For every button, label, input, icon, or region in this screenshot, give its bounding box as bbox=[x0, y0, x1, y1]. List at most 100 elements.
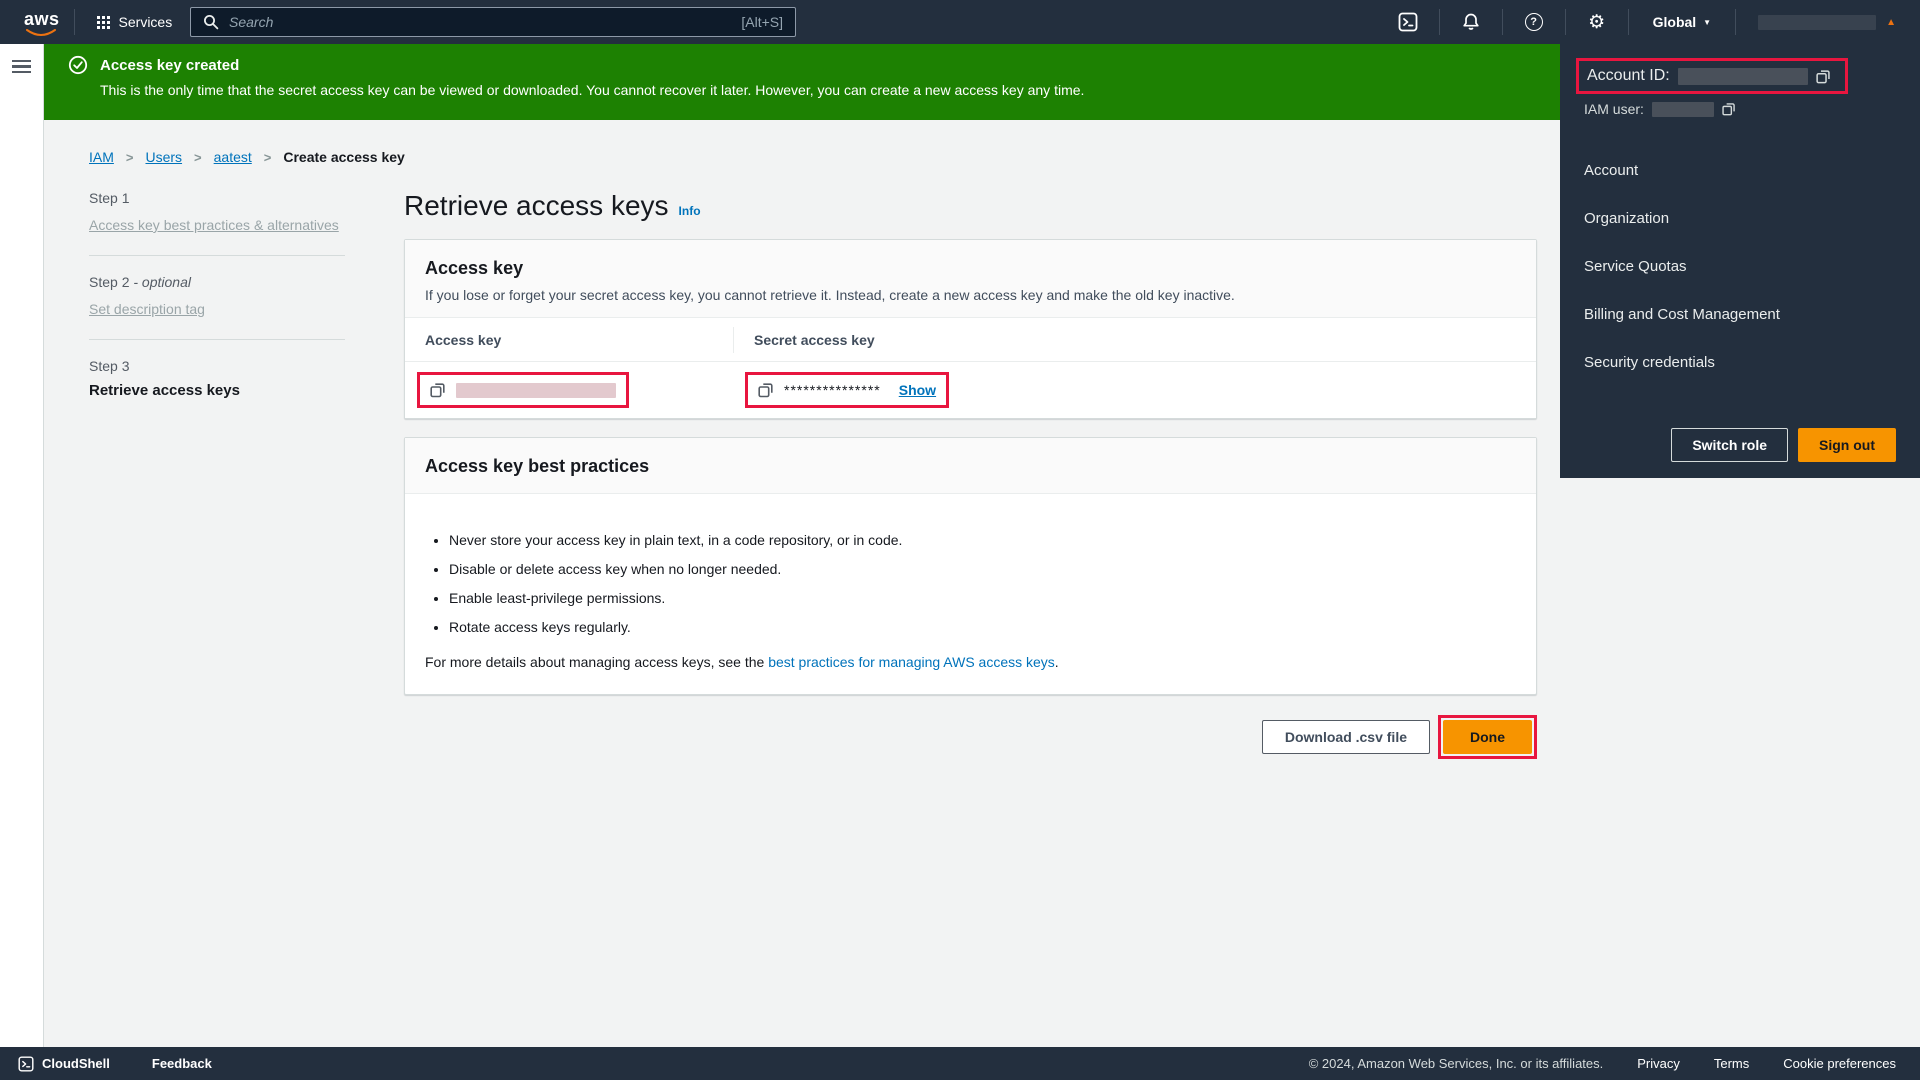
account-id-redacted bbox=[1678, 68, 1808, 85]
step2-link[interactable]: Set description tag bbox=[89, 298, 345, 320]
best-practice-item: Never store your access key in plain tex… bbox=[449, 532, 1516, 548]
show-secret-link[interactable]: Show bbox=[899, 382, 936, 398]
page-title: Retrieve access keys bbox=[404, 190, 669, 222]
step3-label: Step 3 bbox=[89, 358, 345, 374]
best-practice-item: Disable or delete access key when no lon… bbox=[449, 561, 1516, 577]
breadcrumb-current: Create access key bbox=[283, 149, 404, 165]
collapsed-side-nav bbox=[0, 44, 44, 1047]
secret-key-masked-value: *************** bbox=[784, 385, 881, 395]
best-practices-link[interactable]: best practices for managing AWS access k… bbox=[768, 654, 1055, 670]
footer-cloudshell-button[interactable]: CloudShell bbox=[18, 1056, 110, 1072]
menu-item-billing[interactable]: Billing and Cost Management bbox=[1584, 295, 1896, 334]
secret-key-column-header: Secret access key bbox=[733, 327, 1536, 353]
chevron-up-icon: ▲ bbox=[1886, 17, 1896, 28]
copy-icon[interactable] bbox=[1722, 102, 1736, 116]
success-check-icon bbox=[68, 55, 88, 75]
aws-logo-text: aws bbox=[24, 9, 60, 29]
key-table-row: *************** Show bbox=[405, 362, 1536, 418]
aws-logo[interactable]: aws bbox=[24, 9, 60, 36]
iam-user-redacted bbox=[1652, 102, 1714, 117]
footer-copyright: © 2024, Amazon Web Services, Inc. or its… bbox=[1309, 1056, 1604, 1071]
menu-item-service-quotas[interactable]: Service Quotas bbox=[1584, 247, 1896, 286]
services-grid-icon bbox=[97, 16, 110, 29]
services-label: Services bbox=[119, 14, 173, 30]
step-divider bbox=[89, 255, 345, 256]
step-divider bbox=[89, 339, 345, 340]
search-placeholder: Search bbox=[229, 14, 741, 30]
nav-divider bbox=[1628, 9, 1629, 35]
account-id-annotation-box: Account ID: bbox=[1576, 58, 1848, 94]
aws-smile-icon bbox=[25, 29, 57, 38]
account-name-redacted bbox=[1758, 15, 1876, 30]
step2-label: Step 2 - optional bbox=[89, 274, 345, 290]
account-dropdown-panel: Account ID: IAM user: Account Organizati… bbox=[1560, 44, 1920, 478]
nav-divider bbox=[1502, 9, 1503, 35]
iam-user-label: IAM user: bbox=[1584, 101, 1644, 117]
nav-divider bbox=[1565, 9, 1566, 35]
best-practices-title: Access key best practices bbox=[425, 456, 1516, 477]
cloudshell-icon bbox=[18, 1056, 34, 1072]
switch-role-button[interactable]: Switch role bbox=[1671, 428, 1788, 462]
breadcrumb-aatest[interactable]: aatest bbox=[214, 149, 252, 165]
step1-label: Step 1 bbox=[89, 190, 345, 206]
wizard-steps-nav: Step 1 Access key best practices & alter… bbox=[89, 190, 345, 759]
access-key-annotation-box bbox=[417, 372, 629, 408]
info-link[interactable]: Info bbox=[679, 204, 701, 218]
footer-feedback-link[interactable]: Feedback bbox=[152, 1056, 212, 1071]
nav-divider bbox=[1439, 9, 1440, 35]
search-icon bbox=[203, 14, 219, 30]
iam-user-row: IAM user: bbox=[1584, 101, 1896, 117]
access-key-card: Access key If you lose or forget your se… bbox=[404, 239, 1537, 419]
breadcrumb-iam[interactable]: IAM bbox=[89, 149, 114, 165]
notifications-bell-icon[interactable] bbox=[1454, 5, 1488, 39]
copy-icon[interactable] bbox=[1816, 69, 1831, 84]
help-icon[interactable]: ? bbox=[1517, 5, 1551, 39]
done-annotation-box: Done bbox=[1438, 715, 1537, 759]
top-navbar: aws Services Search [Alt+S] bbox=[0, 0, 1920, 44]
done-button[interactable]: Done bbox=[1443, 720, 1532, 754]
step1-link[interactable]: Access key best practices & alternatives bbox=[89, 214, 345, 236]
access-key-id-redacted bbox=[456, 383, 616, 398]
chevron-down-icon: ▼ bbox=[1703, 18, 1711, 27]
breadcrumb-separator: > bbox=[126, 150, 134, 165]
settings-gear-icon[interactable]: ⚙ bbox=[1580, 5, 1614, 39]
footer-terms-link[interactable]: Terms bbox=[1714, 1056, 1749, 1071]
key-table-header: Access key Secret access key bbox=[405, 318, 1536, 362]
search-shortcut: [Alt+S] bbox=[741, 14, 783, 30]
hamburger-menu-icon[interactable] bbox=[12, 60, 31, 73]
account-id-label: Account ID: bbox=[1587, 67, 1670, 85]
access-key-column-header: Access key bbox=[405, 332, 733, 348]
account-menu-list: Account Organization Service Quotas Bill… bbox=[1584, 151, 1896, 382]
search-input[interactable]: Search [Alt+S] bbox=[190, 7, 796, 37]
breadcrumb-users[interactable]: Users bbox=[145, 149, 182, 165]
account-menu-button[interactable]: ▲ bbox=[1750, 15, 1904, 30]
download-csv-button[interactable]: Download .csv file bbox=[1262, 720, 1430, 754]
nav-divider bbox=[1735, 9, 1736, 35]
copy-icon[interactable] bbox=[430, 382, 446, 398]
sign-out-button[interactable]: Sign out bbox=[1798, 428, 1896, 462]
nav-divider bbox=[74, 9, 75, 35]
footer-cloudshell-label: CloudShell bbox=[42, 1056, 110, 1071]
cloudshell-icon[interactable] bbox=[1391, 5, 1425, 39]
breadcrumb-separator: > bbox=[264, 150, 272, 165]
region-selector[interactable]: Global ▼ bbox=[1643, 14, 1721, 30]
best-practice-item: Enable least-privilege permissions. bbox=[449, 590, 1516, 606]
best-practices-card: Access key best practices Never store yo… bbox=[404, 437, 1537, 695]
access-key-card-title: Access key bbox=[425, 258, 1516, 279]
menu-item-account[interactable]: Account bbox=[1584, 151, 1896, 190]
footer-cookie-preferences-link[interactable]: Cookie preferences bbox=[1783, 1056, 1896, 1071]
breadcrumb-separator: > bbox=[194, 150, 202, 165]
copy-icon[interactable] bbox=[758, 382, 774, 398]
best-practice-item: Rotate access keys regularly. bbox=[449, 619, 1516, 635]
menu-item-security-credentials[interactable]: Security credentials bbox=[1584, 343, 1896, 382]
best-practices-list: Never store your access key in plain tex… bbox=[425, 532, 1516, 635]
region-label: Global bbox=[1653, 14, 1697, 30]
step2-optional-suffix: - optional bbox=[133, 274, 191, 290]
best-practices-footer: For more details about managing access k… bbox=[425, 654, 1516, 670]
access-key-card-description: If you lose or forget your secret access… bbox=[425, 287, 1516, 303]
menu-item-organization[interactable]: Organization bbox=[1584, 199, 1896, 238]
step3-current-title: Retrieve access keys bbox=[89, 382, 345, 399]
services-menu-button[interactable]: Services bbox=[89, 14, 181, 30]
console-footer: CloudShell Feedback © 2024, Amazon Web S… bbox=[0, 1047, 1920, 1080]
footer-privacy-link[interactable]: Privacy bbox=[1637, 1056, 1680, 1071]
